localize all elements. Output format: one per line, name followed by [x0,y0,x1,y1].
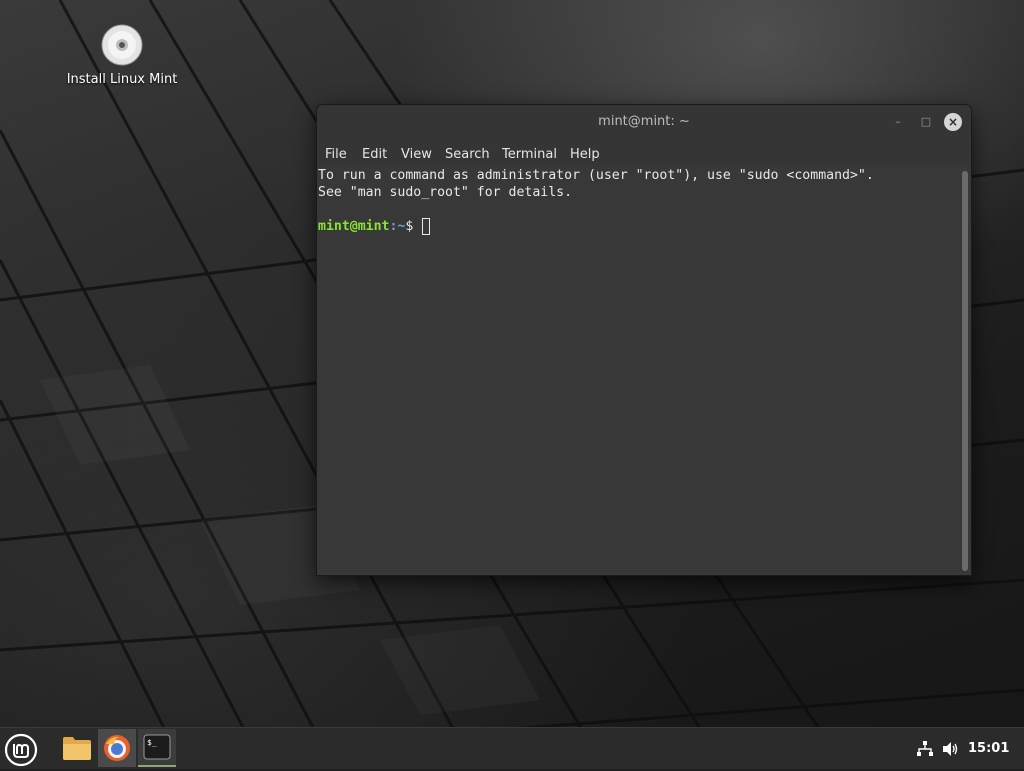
browser-launcher[interactable] [98,729,136,767]
terminal-launcher[interactable]: $_ [138,729,176,767]
terminal-scrollbar[interactable] [962,171,968,571]
svg-text:$_: $_ [147,738,157,747]
terminal-icon: $_ [143,734,171,760]
terminal-output[interactable]: To run a command as administrator (user … [317,167,971,575]
menu-help[interactable]: Help [570,139,600,167]
terminal-line: See "man sudo_root" for details. [318,185,573,200]
volume-icon[interactable] [942,740,960,758]
window-titlebar[interactable]: mint@mint: ~ – □ × [317,105,971,139]
prompt-user: mint@mint [318,219,390,234]
menu-view[interactable]: View [401,139,432,167]
files-launcher[interactable] [58,729,96,767]
text-cursor [422,218,431,235]
folder-icon [63,737,91,760]
menu-bar: File Edit View Search Terminal Help [317,139,971,167]
clock[interactable]: 15:01 [968,728,1009,768]
maximize-button[interactable]: □ [917,113,935,131]
desktop-icon-label: Install Linux Mint [66,72,178,87]
prompt-path: :~ [389,219,406,234]
terminal-line: To run a command as administrator (user … [318,168,874,183]
cd-disc-icon [101,24,143,66]
network-icon[interactable] [916,740,934,758]
window-title: mint@mint: ~ [598,114,690,129]
menu-file[interactable]: File [325,139,347,167]
linux-mint-logo-icon[interactable] [4,733,38,767]
terminal-prompt-line: mint@mint:~$ [318,218,431,235]
firefox-icon [104,735,130,761]
minimize-button[interactable]: – [889,113,907,131]
prompt-symbol: $ [405,219,422,234]
close-button[interactable]: × [944,113,962,131]
menu-edit[interactable]: Edit [362,139,387,167]
taskbar-panel: $_ 15:01 [0,727,1024,769]
menu-search[interactable]: Search [445,139,490,167]
terminal-window[interactable]: mint@mint: ~ – □ × File Edit View Search… [317,105,971,575]
menu-terminal[interactable]: Terminal [502,139,557,167]
desktop-icon-install-linux-mint[interactable]: Install Linux Mint [60,24,184,87]
